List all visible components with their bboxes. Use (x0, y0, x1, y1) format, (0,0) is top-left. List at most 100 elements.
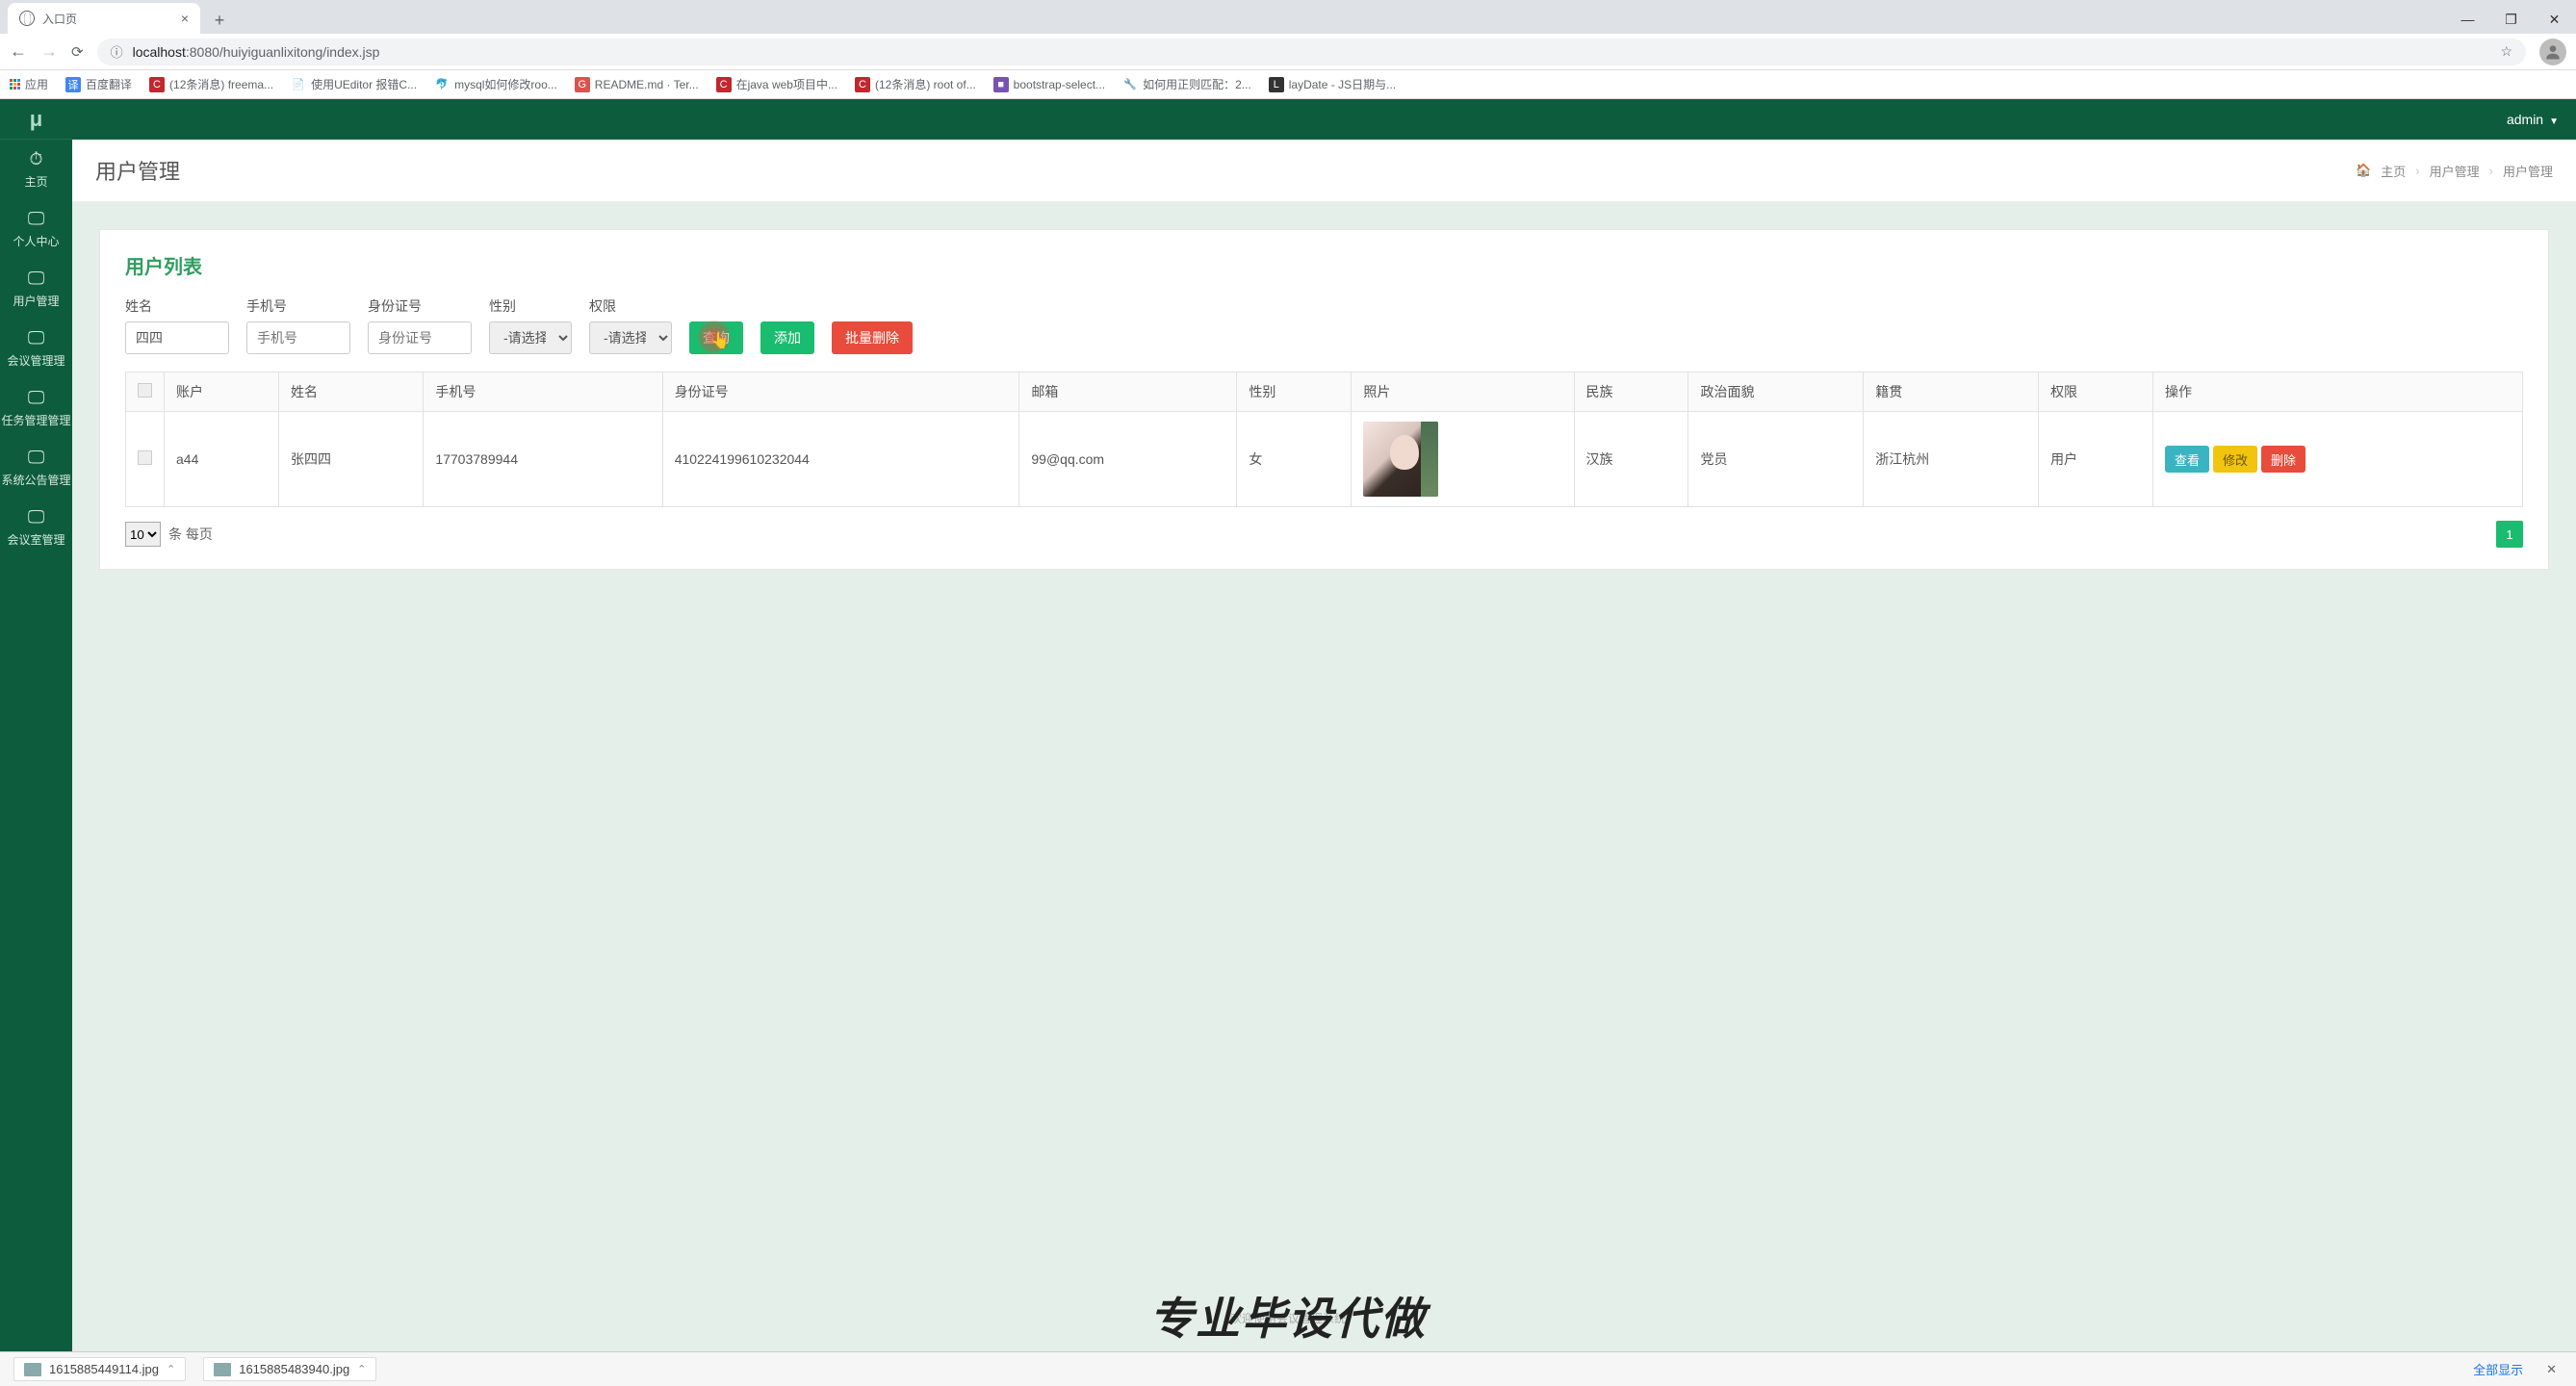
monitor-icon: 🖵 (28, 269, 44, 289)
site-info-icon[interactable]: ⓘ (111, 42, 123, 61)
th-gender: 性别 (1237, 372, 1352, 412)
filter-id: 身份证号 (368, 296, 472, 354)
select-all-checkbox[interactable] (138, 383, 152, 398)
monitor-icon: 🖵 (28, 328, 44, 348)
favicon: ■ (993, 77, 1009, 92)
url-host: localhost (133, 44, 186, 60)
batch-delete-button[interactable]: 批量删除 (832, 321, 913, 354)
breadcrumb-home[interactable]: 主页 (2381, 162, 2406, 180)
filter-name: 姓名 (125, 296, 229, 354)
row-checkbox[interactable] (138, 450, 152, 465)
bookmark-item[interactable]: 📄使用UEditor 报错C... (291, 76, 417, 92)
cell-ethnic: 汉族 (1574, 412, 1688, 507)
user-list-panel: 用户列表 姓名 手机号 身份证号 性别 (99, 229, 2549, 570)
cell-actions: 查看 修改 删除 (2153, 412, 2523, 507)
close-tab-icon[interactable]: × (181, 11, 189, 26)
avatar-image[interactable] (1363, 422, 1438, 497)
page-1-button[interactable]: 1 (2496, 521, 2523, 548)
bookmark-item[interactable]: C在java web项目中... (716, 76, 837, 92)
phone-label: 手机号 (246, 296, 350, 316)
bookmark-item[interactable]: ■bootstrap-select... (993, 77, 1105, 92)
gender-select[interactable]: -请选择- (489, 321, 572, 354)
favicon: C (716, 77, 732, 92)
sidebar: μ ⏱主页 🖵个人中心 🖵用户管理 🖵会议管理理 🖵任务管理管理 🖵系统公告管理… (0, 99, 72, 1352)
th-photo: 照片 (1352, 372, 1574, 412)
close-shelf-button[interactable]: ✕ (2540, 1362, 2563, 1377)
role-select[interactable]: -请选择- (589, 321, 672, 354)
name-input[interactable] (125, 321, 229, 354)
breadcrumb-current: 用户管理 (2503, 162, 2553, 180)
reload-button[interactable]: ⟳ (71, 43, 84, 61)
bookmark-item[interactable]: C(12条消息) freema... (149, 76, 273, 92)
cell-role: 用户 (2039, 412, 2153, 507)
th-name: 姓名 (278, 372, 423, 412)
sidebar-item-room[interactable]: 🖵会议室管理 (0, 498, 72, 557)
app-root: μ ⏱主页 🖵个人中心 🖵用户管理 🖵会议管理理 🖵任务管理管理 🖵系统公告管理… (0, 99, 2576, 1352)
profile-button[interactable] (2539, 38, 2566, 65)
query-button[interactable]: 查询 (689, 321, 743, 354)
sidebar-item-announce[interactable]: 🖵系统公告管理 (0, 438, 72, 498)
forward-button[interactable]: → (40, 41, 58, 62)
page-header: 用户管理 🏠 主页 › 用户管理 › 用户管理 (72, 140, 2576, 202)
query-button-wrap: 查询 👆 (689, 321, 743, 354)
th-role: 权限 (2039, 372, 2153, 412)
filter-bar: 姓名 手机号 身份证号 性别 -请选择- (125, 296, 2523, 354)
cell-photo (1352, 412, 1574, 507)
bookmark-item[interactable]: 译百度翻译 (65, 76, 132, 92)
apps-shortcut[interactable]: 应用 (10, 76, 48, 92)
home-icon: 🏠 (2356, 163, 2371, 178)
browser-tab[interactable]: 入口页 × (8, 3, 200, 34)
table-header-row: 账户 姓名 手机号 身份证号 邮箱 性别 照片 民族 政治面貌 籍贯 权限 操作 (126, 372, 2523, 412)
cell-email: 99@qq.com (1019, 412, 1237, 507)
minimize-button[interactable]: — (2446, 5, 2489, 34)
show-all-downloads[interactable]: 全部显示 (2473, 1360, 2523, 1378)
bookmark-item[interactable]: GREADME.md · Ter... (575, 77, 699, 92)
bookmark-item[interactable]: 🐬mysql如何修改roo... (434, 76, 557, 92)
page-size-select[interactable]: 10 (125, 522, 161, 547)
id-input[interactable] (368, 321, 472, 354)
cell-gender: 女 (1237, 412, 1352, 507)
address-bar: ← → ⟳ ⓘ localhost:8080/huiyiguanlixitong… (0, 34, 2576, 70)
sidebar-item-home[interactable]: ⏱主页 (0, 140, 72, 199)
monitor-icon: 🖵 (28, 448, 44, 468)
sidebar-item-users[interactable]: 🖵用户管理 (0, 259, 72, 319)
favicon: L (1269, 77, 1284, 92)
maximize-button[interactable]: ❐ (2489, 5, 2533, 34)
phone-input[interactable] (246, 321, 350, 354)
bookmark-item[interactable]: 🔧如何用正则匹配：2... (1122, 76, 1251, 92)
th-id: 身份证号 (662, 372, 1019, 412)
download-item[interactable]: 1615885483940.jpg ⌃ (203, 1357, 376, 1381)
sidebar-item-meeting[interactable]: 🖵会议管理理 (0, 319, 72, 378)
view-button[interactable]: 查看 (2165, 446, 2209, 473)
breadcrumb-section[interactable]: 用户管理 (2430, 162, 2480, 180)
chevron-up-icon[interactable]: ⌃ (357, 1363, 366, 1375)
sidebar-item-personal[interactable]: 🖵个人中心 (0, 199, 72, 259)
cell-phone: 17703789944 (424, 412, 662, 507)
logo[interactable]: μ (0, 99, 72, 140)
download-item[interactable]: 1615885449114.jpg ⌃ (13, 1357, 186, 1381)
th-email: 邮箱 (1019, 372, 1237, 412)
favicon: G (575, 77, 590, 92)
bookmark-item[interactable]: LlayDate - JS日期与... (1269, 76, 1396, 92)
th-actions: 操作 (2153, 372, 2523, 412)
topbar: admin▼ (72, 99, 2576, 140)
chevron-up-icon[interactable]: ⌃ (167, 1363, 175, 1375)
table-footer: 10 条 每页 1 (125, 521, 2523, 548)
user-table: 账户 姓名 手机号 身份证号 邮箱 性别 照片 民族 政治面貌 籍贯 权限 操作 (125, 372, 2523, 507)
pagination: 1 (2496, 521, 2523, 548)
bookmark-item[interactable]: C(12条消息) root of... (855, 76, 976, 92)
favicon: 🐬 (434, 77, 450, 92)
browser-chrome: 入口页 × + — ❐ ✕ ← → ⟳ ⓘ localhost:8080/hui… (0, 0, 2576, 99)
bookmark-star-icon[interactable]: ☆ (2500, 43, 2512, 60)
add-button[interactable]: 添加 (760, 321, 814, 354)
user-menu[interactable]: admin▼ (2507, 112, 2559, 127)
new-tab-button[interactable]: + (206, 7, 233, 34)
sidebar-item-task[interactable]: 🖵任务管理管理 (0, 378, 72, 438)
image-file-icon (214, 1363, 231, 1376)
back-button[interactable]: ← (10, 41, 27, 62)
edit-button[interactable]: 修改 (2213, 446, 2257, 473)
url-input[interactable]: ⓘ localhost:8080/huiyiguanlixitong/index… (97, 38, 2526, 65)
favicon: 译 (65, 77, 81, 92)
delete-button[interactable]: 删除 (2261, 446, 2306, 473)
close-window-button[interactable]: ✕ (2533, 5, 2576, 34)
